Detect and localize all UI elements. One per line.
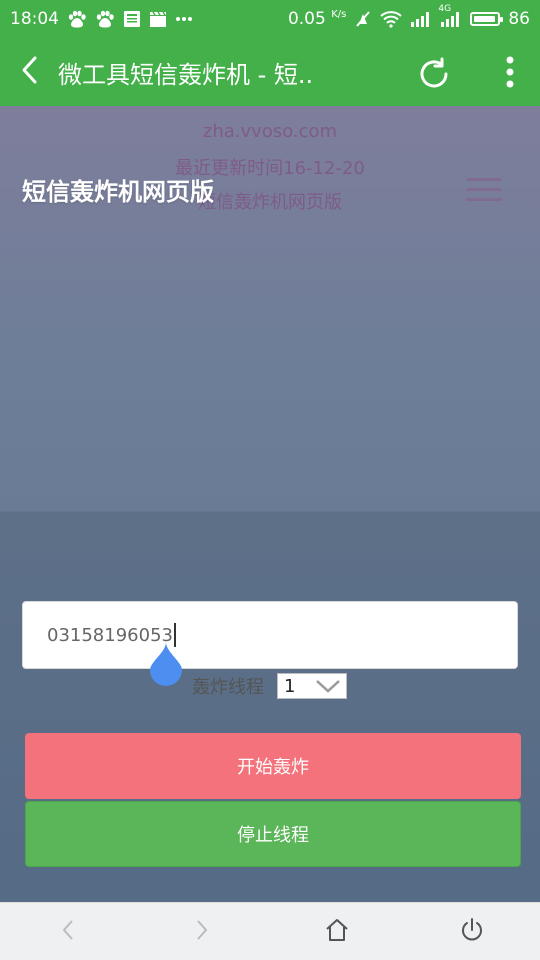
thread-select[interactable]: 1: [277, 673, 347, 699]
hamburger-menu-button[interactable]: [466, 178, 502, 204]
chevron-down-icon: [314, 678, 342, 699]
menu-icon-bar: [466, 188, 502, 191]
home-icon: [324, 918, 350, 946]
status-bar: 18:04 0.05 K/s 4G 86: [0, 0, 540, 38]
page-title: 微工具短信轰炸机 - 短..: [58, 60, 314, 89]
signal-icon: [410, 10, 432, 28]
site-title: 短信轰炸机网页版: [22, 178, 214, 206]
phone-number-input[interactable]: 03158196053: [22, 601, 518, 669]
nav-home-button[interactable]: [322, 917, 352, 947]
refresh-icon: [416, 56, 452, 96]
paw-icon: [67, 10, 87, 28]
refresh-button[interactable]: [412, 54, 456, 98]
battery-icon: [470, 12, 504, 26]
site-domain: zha.vvoso.com: [202, 121, 338, 142]
menu-icon-bar: [466, 178, 502, 181]
thread-label: 轰炸线程: [192, 677, 264, 698]
back-arrow-icon: [20, 55, 38, 89]
battery-level: 86: [508, 9, 530, 29]
wifi-icon: [380, 10, 403, 28]
news-icon: [123, 10, 141, 28]
screen: 18:04 0.05 K/s 4G 86 微工具短信轰炸机 - 短.. zha.…: [0, 0, 540, 960]
more-dots-icon: [175, 16, 193, 22]
paw-icon: [95, 10, 115, 28]
network-type: 4G: [438, 4, 452, 14]
power-icon: [459, 917, 485, 947]
more-menu-button[interactable]: [494, 52, 526, 96]
text-selection-handle[interactable]: [148, 640, 184, 686]
app-toolbar: 微工具短信轰炸机 - 短..: [0, 38, 540, 106]
nav-exit-button[interactable]: [457, 917, 487, 947]
nav-forward-button[interactable]: [187, 917, 217, 947]
net-speed-unit: K/s: [331, 9, 347, 20]
stop-thread-button[interactable]: 停止线程: [25, 801, 521, 867]
forward-arrow-icon: [195, 919, 209, 945]
nav-back-button[interactable]: [53, 917, 83, 947]
net-speed: 0.05 K/s: [287, 9, 347, 29]
web-content: zha.vvoso.com 最近更新时间16-12-20 短信轰炸机网页版 短信…: [0, 106, 540, 902]
back-button[interactable]: [0, 38, 58, 106]
browser-nav-bar: [0, 902, 540, 960]
no-alarm-icon: [354, 10, 372, 28]
signal-4g-icon: 4G: [438, 4, 462, 28]
menu-icon-bar: [466, 198, 502, 201]
clapper-icon: [149, 10, 167, 28]
status-time: 18:04: [10, 9, 59, 29]
start-bomb-button[interactable]: 开始轰炸: [25, 733, 521, 799]
thread-select-value: 1: [284, 675, 296, 697]
more-vert-icon: [506, 56, 514, 92]
back-arrow-icon: [61, 919, 75, 945]
